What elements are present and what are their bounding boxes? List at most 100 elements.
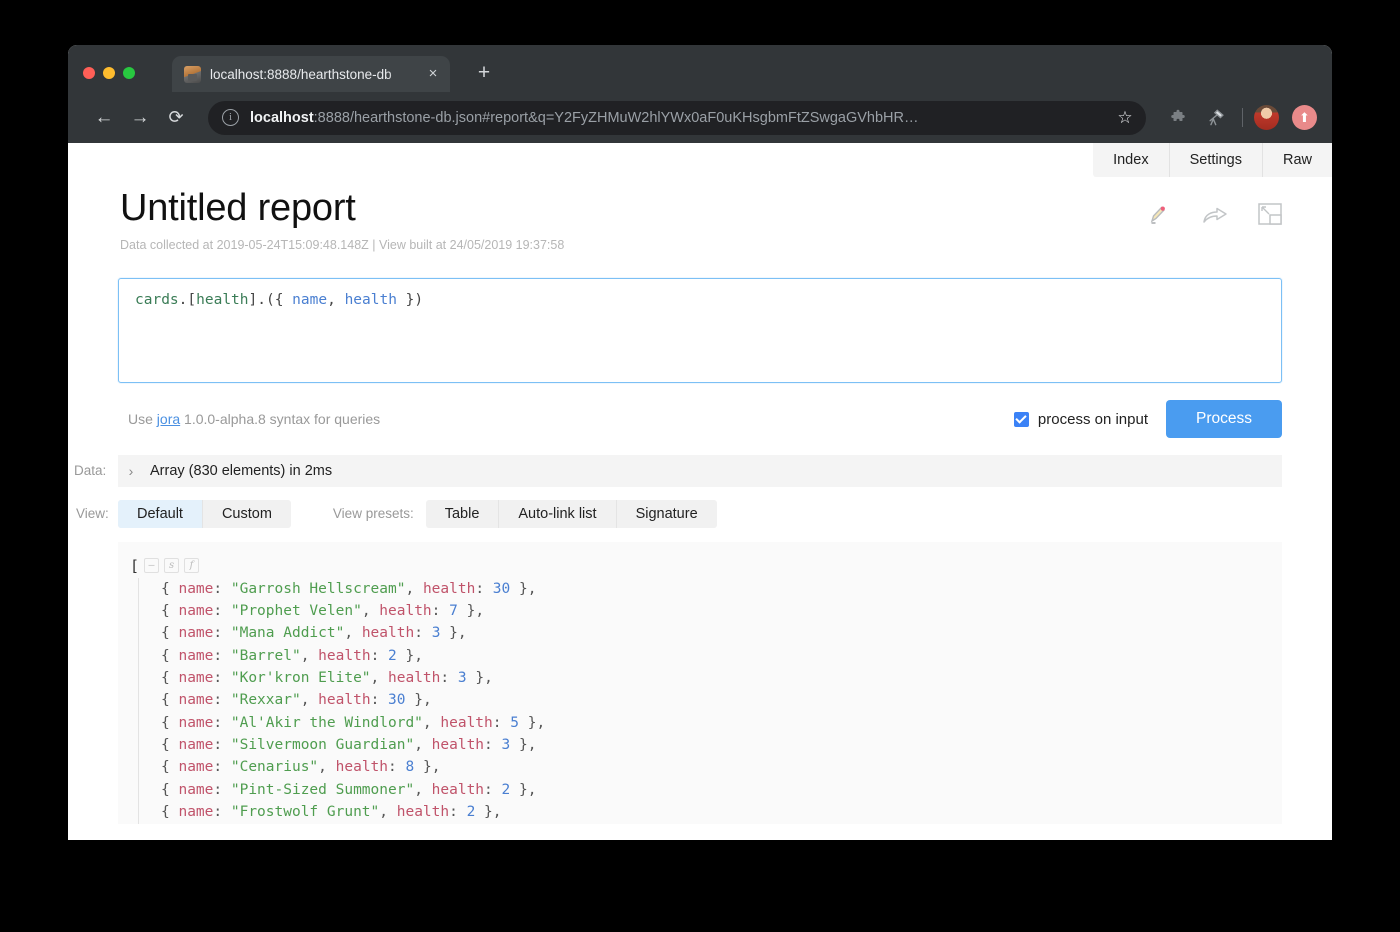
row-key-health: health [397, 804, 449, 820]
update-button[interactable]: ⬆ [1292, 105, 1317, 130]
output-row[interactable]: { name: "Cenarius", health: 8 }, [161, 756, 1282, 778]
row-open-brace: { [161, 737, 178, 753]
process-on-input-toggle[interactable]: process on input [1014, 411, 1148, 428]
bookmark-star-icon[interactable]: ☆ [1110, 103, 1140, 133]
browser-window: localhost:8888/hearthstone-db × + ← → ⟳ … [68, 45, 1332, 840]
forward-icon[interactable]: → [122, 100, 158, 136]
row-key-name: name [178, 737, 213, 753]
view-mode-default[interactable]: Default [118, 500, 203, 528]
row-key-name: name [178, 581, 213, 597]
reload-icon[interactable]: ⟳ [158, 100, 194, 136]
view-presets-group: Table Auto-link list Signature [426, 500, 717, 528]
output-row[interactable]: { name: "Al'Akir the Windlord", health: … [161, 712, 1282, 734]
server-icon [184, 66, 201, 83]
row-value-health: 7 [449, 603, 458, 619]
row-open-brace: { [161, 648, 178, 664]
telescope-extension-icon[interactable] [1201, 103, 1231, 133]
row-open-brace: { [161, 759, 178, 775]
layout-toggle-icon[interactable] [1258, 203, 1282, 227]
query-token: name [292, 292, 327, 308]
browser-toolbar: ← → ⟳ i localhost:8888/hearthstone-db.js… [68, 92, 1332, 143]
share-arrow-icon[interactable] [1202, 203, 1226, 227]
row-value-health: 30 [388, 692, 405, 708]
row-key-name: name [178, 670, 213, 686]
row-open-brace: { [161, 715, 178, 731]
address-bar[interactable]: i localhost:8888/hearthstone-db.json#rep… [208, 101, 1146, 135]
process-button[interactable]: Process [1166, 400, 1282, 438]
row-value-health: 8 [406, 759, 415, 775]
new-tab-button[interactable]: + [472, 62, 496, 83]
row-key-health: health [318, 692, 370, 708]
jora-link[interactable]: jora [157, 411, 180, 427]
output-entries: { name: "Garrosh Hellscream", health: 30… [138, 578, 1282, 824]
window-traffic-lights [83, 67, 135, 79]
checkbox-icon[interactable] [1014, 412, 1029, 427]
output-row[interactable]: { name: "Rexxar", health: 30 }, [161, 689, 1282, 711]
puzzle-extension-icon[interactable] [1163, 103, 1193, 133]
close-window-button[interactable] [83, 67, 95, 79]
row-key-health: health [388, 670, 440, 686]
back-icon[interactable]: ← [86, 100, 122, 136]
row-close-brace: }, [414, 759, 440, 775]
minimize-window-button[interactable] [103, 67, 115, 79]
output-row[interactable]: { name: "Kor'kron Elite", health: 3 }, [161, 667, 1282, 689]
maximize-window-button[interactable] [123, 67, 135, 79]
output-row[interactable]: { name: "Barrel", health: 2 }, [161, 645, 1282, 667]
info-icon[interactable]: i [222, 109, 239, 126]
data-label: Data: [74, 463, 106, 478]
chevron-right-icon[interactable]: › [118, 463, 144, 479]
query-token: ].({ [249, 292, 293, 308]
row-value-health: 2 [388, 648, 397, 664]
output-row[interactable]: { name: "Tauren Warrior", health: 2 } [161, 823, 1282, 824]
output-row[interactable]: { name: "Garrosh Hellscream", health: 30… [161, 578, 1282, 600]
row-value-name: "Prophet Velen" [231, 603, 362, 619]
output-row[interactable]: { name: "Pint-Sized Summoner", health: 2… [161, 779, 1282, 801]
row-key-name: name [178, 692, 213, 708]
row-value-health: 30 [493, 581, 510, 597]
process-on-input-label: process on input [1038, 411, 1148, 428]
query-token: , [327, 292, 344, 308]
edit-pencil-icon[interactable] [1146, 203, 1170, 227]
report-header: Untitled report Data collected at 2019-0… [68, 143, 1332, 252]
row-key-health: health [432, 737, 484, 753]
row-value-name: "Garrosh Hellscream" [231, 581, 406, 597]
row-close-brace: }, [458, 603, 484, 619]
preset-auto-link-list[interactable]: Auto-link list [499, 500, 616, 528]
browser-tab[interactable]: localhost:8888/hearthstone-db × [172, 56, 450, 92]
editor-footer: Use jora 1.0.0-alpha.8 syntax for querie… [118, 383, 1282, 443]
row-key-name: name [178, 715, 213, 731]
output-row[interactable]: { name: "Silvermoon Guardian", health: 3… [161, 734, 1282, 756]
row-value-name: "Barrel" [231, 648, 301, 664]
output-row[interactable]: { name: "Mana Addict", health: 3 }, [161, 622, 1282, 644]
url-text: localhost:8888/hearthstone-db.json#repor… [250, 110, 1110, 126]
data-summary-bar: Data: › Array (830 elements) in 2ms [118, 455, 1282, 487]
row-open-brace: { [161, 782, 178, 798]
query-token: health [196, 292, 248, 308]
row-key-health: health [432, 782, 484, 798]
preset-table[interactable]: Table [426, 500, 500, 528]
row-value-name: "Rexxar" [231, 692, 301, 708]
row-key-health: health [336, 759, 388, 775]
output-row[interactable]: { name: "Frostwolf Grunt", health: 2 }, [161, 801, 1282, 823]
row-open-brace: { [161, 603, 178, 619]
collapse-toggle-button[interactable]: – [144, 558, 159, 573]
hint-prefix: Use [128, 411, 157, 427]
row-open-brace: { [161, 625, 178, 641]
query-token: .[ [179, 292, 196, 308]
row-close-brace: }, [467, 670, 493, 686]
tab-strip: localhost:8888/hearthstone-db × + [68, 45, 1332, 92]
url-host: localhost [250, 110, 314, 126]
preset-signature[interactable]: Signature [617, 500, 717, 528]
row-key-health: health [362, 625, 414, 641]
sort-toggle-button[interactable]: s [164, 558, 179, 573]
query-input[interactable]: cards.[health].({ name, health }) [118, 278, 1282, 383]
avatar[interactable] [1254, 105, 1279, 130]
row-close-brace: }, [510, 581, 536, 597]
output-row[interactable]: { name: "Prophet Velen", health: 7 }, [161, 600, 1282, 622]
filter-toggle-button[interactable]: f [184, 558, 199, 573]
close-icon[interactable]: × [424, 65, 442, 83]
page-content: Index Settings Raw Untitled report Data … [68, 143, 1332, 840]
view-mode-custom[interactable]: Custom [203, 500, 291, 528]
page-title: Untitled report [120, 189, 1280, 229]
row-close-brace: }, [397, 648, 423, 664]
